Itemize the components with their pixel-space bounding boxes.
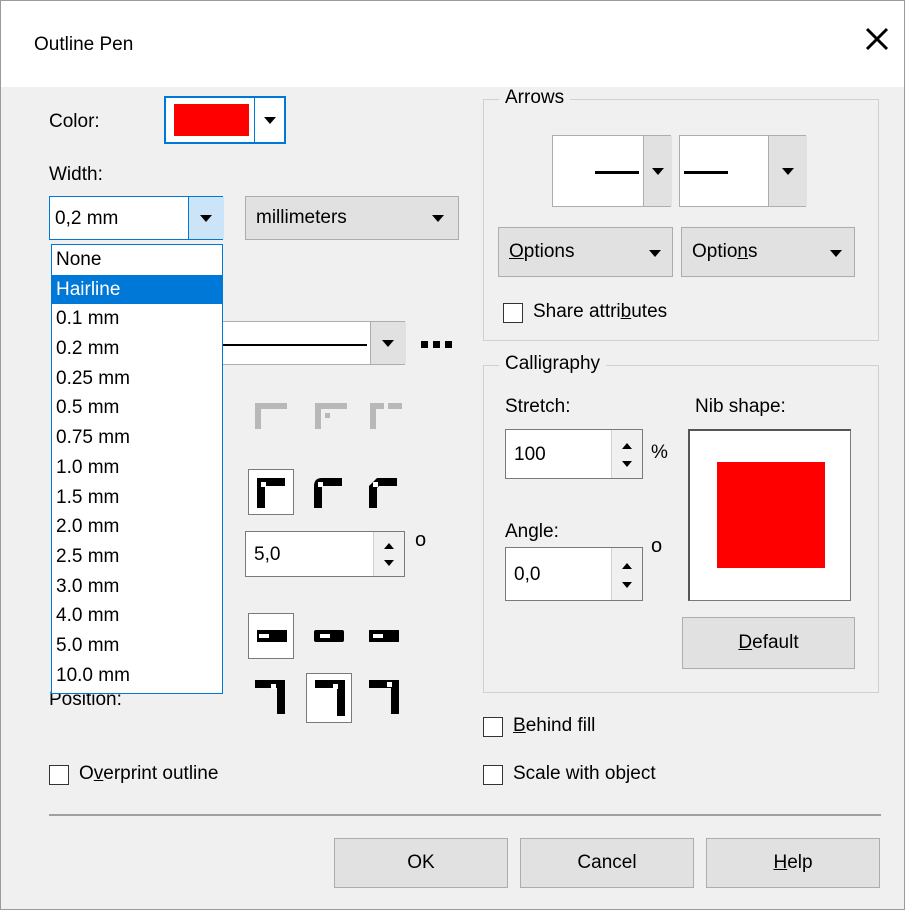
- chevron-down-icon: [782, 168, 794, 175]
- list-item[interactable]: 0.2 mm: [52, 334, 222, 364]
- scale-with-object-checkbox[interactable]: [483, 765, 503, 785]
- overprint-outline-checkbox[interactable]: [49, 765, 69, 785]
- color-label: Color:: [49, 111, 100, 132]
- style-dropdown[interactable]: [221, 321, 406, 365]
- width-combobox[interactable]: 0,2 mm: [49, 196, 224, 240]
- overprint-outline-label[interactable]: Overprint outline: [79, 763, 218, 785]
- width-label: Width:: [49, 164, 103, 185]
- cancel-button[interactable]: Cancel: [520, 838, 694, 888]
- stretch-value: 100: [514, 444, 546, 465]
- chevron-down-icon: [649, 250, 661, 257]
- angle-degree-unit: o: [651, 535, 663, 557]
- list-item[interactable]: 0.75 mm: [52, 423, 222, 453]
- list-item[interactable]: 1.0 mm: [52, 453, 222, 483]
- line-icon: [595, 171, 639, 174]
- chevron-down-icon: [652, 168, 664, 175]
- position-center-icon: [315, 680, 345, 716]
- chevron-down-icon: [200, 215, 212, 222]
- list-item[interactable]: 1.5 mm: [52, 483, 222, 513]
- close-icon[interactable]: [859, 21, 895, 57]
- spin-down-icon[interactable]: [622, 461, 632, 467]
- miter-limit-spinner[interactable]: 5,0: [245, 531, 405, 577]
- chevron-down-icon: [830, 250, 842, 257]
- chevron-down-icon: [264, 117, 276, 124]
- chevron-down-icon: [432, 215, 444, 222]
- list-item[interactable]: 0.25 mm: [52, 364, 222, 394]
- list-item-selected[interactable]: Hairline: [52, 274, 222, 305]
- angle-value: 0,0: [514, 564, 541, 585]
- position-outside-icon[interactable]: [253, 678, 287, 716]
- list-item[interactable]: 10.0 mm: [52, 661, 222, 691]
- dialog-title: Outline Pen: [34, 34, 134, 55]
- width-dropdown-list[interactable]: None Hairline 0.1 mm 0.2 mm 0.25 mm 0.5 …: [51, 244, 223, 694]
- stretch-spinner[interactable]: 100: [505, 429, 643, 479]
- line-style-preview: [222, 344, 367, 346]
- line-icon: [684, 171, 728, 174]
- ok-button[interactable]: OK: [334, 838, 508, 888]
- share-attributes-checkbox[interactable]: [503, 303, 523, 323]
- corner-miter-disabled-icon: [255, 403, 287, 429]
- cap-butt-icon: [257, 630, 287, 642]
- miter-degree-unit: o: [415, 529, 427, 551]
- spin-down-icon[interactable]: [622, 582, 632, 588]
- arrows-legend: Arrows: [499, 87, 571, 109]
- cap-square-icon[interactable]: [367, 627, 401, 645]
- units-value: millimeters: [256, 207, 347, 228]
- list-item[interactable]: 0.5 mm: [52, 393, 222, 423]
- list-item[interactable]: 4.0 mm: [52, 601, 222, 631]
- title-bar: Outline Pen: [1, 1, 904, 87]
- calligraphy-legend: Calligraphy: [499, 353, 607, 375]
- end-arrow-dropdown[interactable]: [679, 135, 807, 207]
- more-icon[interactable]: [419, 339, 455, 349]
- list-item[interactable]: None: [52, 245, 222, 275]
- width-value: 0,2 mm: [55, 208, 119, 229]
- angle-spinner[interactable]: 0,0: [505, 547, 643, 601]
- list-item[interactable]: 3.0 mm: [52, 572, 222, 602]
- list-item[interactable]: 2.0 mm: [52, 512, 222, 542]
- start-arrow-options-dropdown[interactable]: Options: [498, 227, 673, 277]
- end-arrow-options-dropdown[interactable]: Options: [681, 227, 855, 277]
- share-attributes-label[interactable]: Share attributes: [533, 301, 667, 323]
- miter-limit-value: 5,0: [254, 544, 281, 565]
- stretch-label: Stretch:: [505, 396, 571, 417]
- color-swatch: [174, 104, 249, 136]
- cap-round-icon[interactable]: [312, 627, 346, 645]
- nib-shape-label: Nib shape:: [695, 396, 786, 417]
- separator: [49, 814, 881, 816]
- corner-round-icon[interactable]: [312, 476, 346, 510]
- default-button[interactable]: Default: [682, 617, 855, 669]
- corner-miter-icon: [257, 478, 285, 508]
- nib-shape-preview[interactable]: [688, 429, 851, 601]
- corner-round-disabled-icon: [315, 403, 347, 429]
- corner-bevel-disabled-icon: [370, 403, 402, 429]
- start-arrow-dropdown[interactable]: [552, 135, 672, 207]
- scale-with-object-label[interactable]: Scale with object: [513, 763, 656, 785]
- help-button[interactable]: Help: [706, 838, 880, 888]
- position-inside-icon[interactable]: [367, 678, 401, 716]
- spin-down-icon[interactable]: [384, 560, 394, 566]
- list-item[interactable]: 5.0 mm: [52, 631, 222, 661]
- color-picker[interactable]: [164, 96, 286, 144]
- behind-fill-label[interactable]: Behind fill: [513, 715, 595, 737]
- spin-up-icon[interactable]: [622, 443, 632, 449]
- behind-fill-checkbox[interactable]: [483, 717, 503, 737]
- nib-shape: [717, 462, 825, 568]
- chevron-down-icon: [382, 340, 394, 347]
- corner-bevel-icon[interactable]: [367, 476, 401, 510]
- list-item[interactable]: 2.5 mm: [52, 542, 222, 572]
- units-dropdown[interactable]: millimeters: [245, 196, 459, 240]
- outline-pen-dialog: Outline Pen Color: Width: 0,2 mm millime…: [0, 0, 905, 910]
- angle-label: Angle:: [505, 521, 559, 542]
- list-item[interactable]: 0.1 mm: [52, 304, 222, 334]
- stretch-unit: %: [651, 442, 668, 463]
- spin-up-icon[interactable]: [622, 563, 632, 569]
- spin-up-icon[interactable]: [384, 543, 394, 549]
